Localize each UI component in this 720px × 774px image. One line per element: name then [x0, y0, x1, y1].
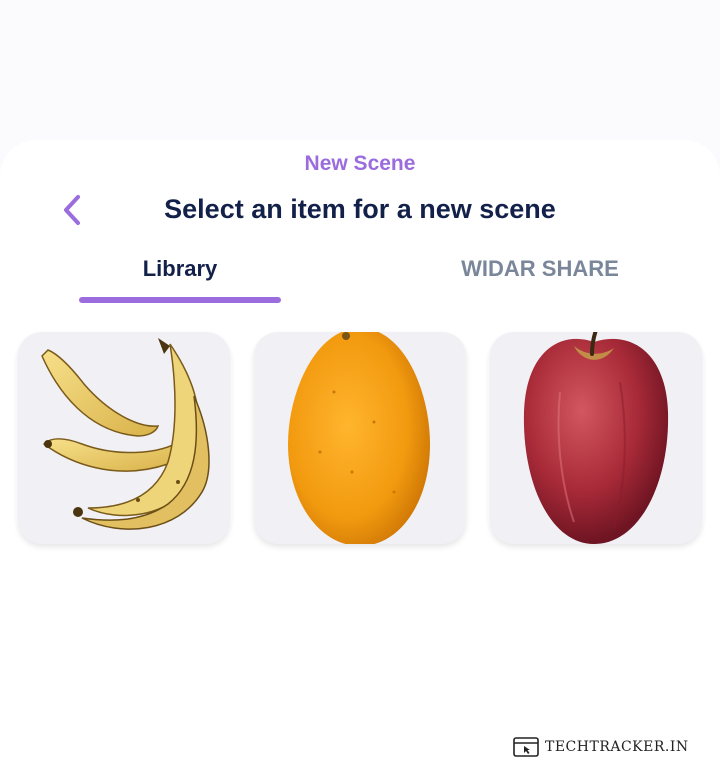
watermark-text: TECHTRACKER.IN — [545, 739, 689, 755]
orange-image — [288, 332, 430, 544]
item-card-banana[interactable] — [18, 332, 230, 544]
browser-window-icon — [513, 737, 539, 757]
banana-image — [41, 338, 210, 530]
tab-widar-share[interactable]: WIDAR SHARE — [439, 256, 641, 282]
tab-library[interactable]: Library — [79, 256, 281, 282]
apple-image — [523, 332, 669, 544]
watermark: TECHTRACKER.IN — [513, 736, 689, 758]
tab-active-indicator — [79, 297, 281, 303]
item-card-orange[interactable] — [254, 332, 466, 544]
item-card-apple[interactable] — [490, 332, 702, 544]
page-title: Select an item for a new scene — [164, 194, 556, 224]
sheet-header-label: New Scene — [304, 152, 416, 175]
